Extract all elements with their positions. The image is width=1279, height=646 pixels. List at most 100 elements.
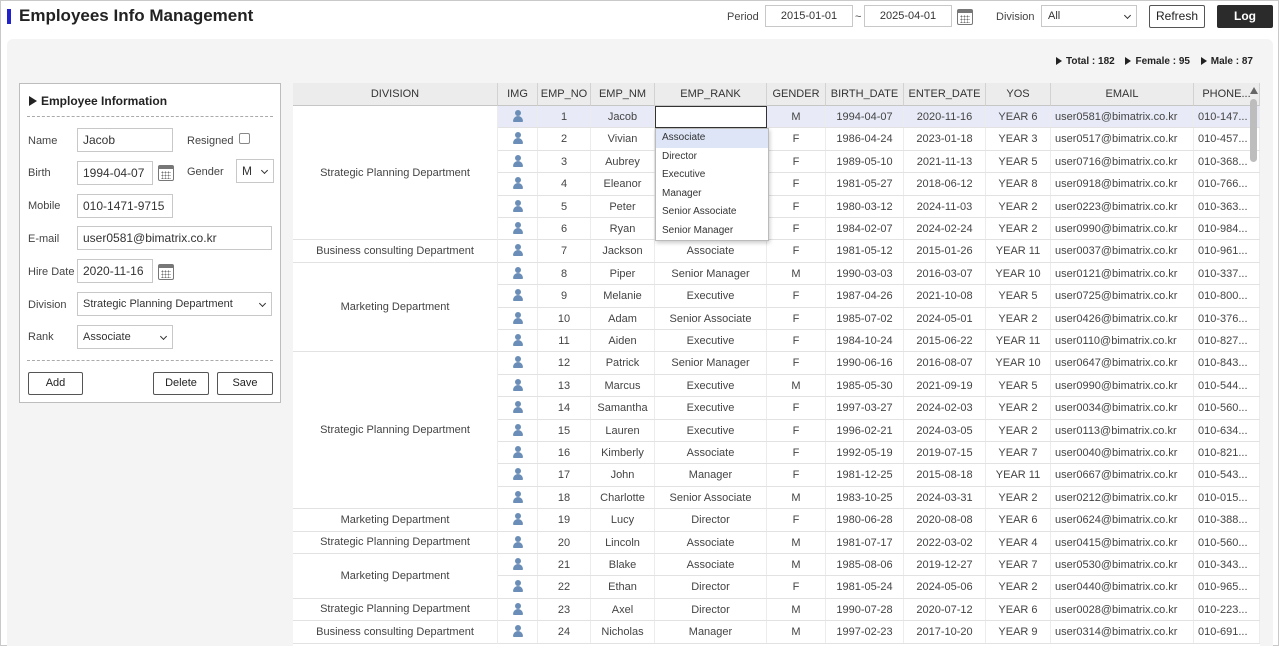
img-cell[interactable] [498,240,538,262]
cell-enter-date[interactable]: 2019-12-27 [904,554,986,576]
column-header-division[interactable]: DIVISION [293,83,498,106]
cell-enter-date[interactable]: 2021-11-13 [904,150,986,173]
division-select[interactable]: Strategic Planning Department [77,292,272,316]
table-row[interactable]: 2 Vivian F 1986-04-24 2023-01-18 YEAR 3 user05… [498,128,1260,151]
cell-emp-rank[interactable]: Manager [655,621,767,643]
table-row[interactable]: 12 Patrick Senior Manager F 1990-06-16 2016-0… [498,352,1260,375]
cell-emp-no[interactable]: 20 [538,531,591,553]
cell-birth-date[interactable]: 1981-05-24 [826,576,904,598]
cell-gender[interactable]: F [767,442,826,464]
cell-gender[interactable]: M [767,262,826,285]
table-row[interactable]: 11 Aiden Executive F 1984-10-24 2015-06-22 YEA… [498,330,1260,353]
cell-email[interactable]: user0314@bimatrix.co.kr [1051,621,1194,643]
cell-emp-no[interactable]: 2 [538,128,591,150]
table-row[interactable]: 4 Eleanor F 1981-05-27 2018-06-12 YEAR 8 user0… [498,173,1260,196]
cell-gender[interactable]: F [767,464,826,486]
cell-emp-rank[interactable]: Senior Manager [655,262,767,285]
delete-button[interactable]: Delete [153,372,209,395]
cell-birth-date[interactable]: 1985-05-30 [826,374,904,397]
cell-birth-date[interactable]: 1981-05-12 [826,240,904,262]
table-row[interactable]: 18 Charlotte Senior Associate M 1983-10-25 20… [498,486,1260,510]
table-row[interactable]: 15 Lauren Executive F 1996-02-21 2024-03-05 YE… [498,419,1260,442]
division-cell[interactable]: Business consulting Department [293,240,498,263]
cell-birth-date[interactable]: 1981-05-27 [826,173,904,195]
table-row[interactable]: 13 Marcus Executive M 1985-05-30 2021-09-19 YE… [498,374,1260,398]
table-row[interactable]: 22 Ethan Director F 1981-05-24 2024-05-06 YEAR… [498,576,1260,599]
cell-yos[interactable]: YEAR 8 [986,173,1051,195]
img-cell[interactable] [498,330,538,352]
cell-birth-date[interactable]: 1996-02-21 [826,419,904,441]
table-row[interactable]: 7 Jackson Associate F 1981-05-12 2015-01-26 YE… [498,240,1260,263]
cell-yos[interactable]: YEAR 2 [986,307,1051,329]
cell-gender[interactable]: F [767,330,826,352]
img-cell[interactable] [498,486,538,509]
cell-yos[interactable]: YEAR 7 [986,442,1051,464]
cell-emp-rank[interactable]: Associate [655,442,767,464]
cell-birth-date[interactable]: 1994-04-07 [826,106,904,128]
cell-yos[interactable]: YEAR 11 [986,240,1051,262]
division-filter-select[interactable]: All [1041,5,1137,27]
img-cell[interactable] [498,173,538,195]
cell-yos[interactable]: YEAR 2 [986,195,1051,217]
cell-yos[interactable]: YEAR 2 [986,397,1051,419]
cell-emp-no[interactable]: 11 [538,330,591,352]
img-cell[interactable] [498,285,538,307]
division-cell[interactable]: Marketing Department [293,554,498,599]
cell-enter-date[interactable]: 2024-02-03 [904,397,986,419]
rank-select[interactable]: Associate [77,325,173,349]
cell-birth-date[interactable]: 1984-02-07 [826,218,904,240]
img-cell[interactable] [498,621,538,643]
division-cell[interactable]: Business consulting Department [293,621,498,644]
table-row[interactable]: 6 Ryan F 1984-02-07 2024-02-24 YEAR 2 user0990… [498,218,1260,241]
cell-emp-no[interactable]: 4 [538,173,591,195]
cell-yos[interactable]: YEAR 10 [986,262,1051,285]
img-cell[interactable] [498,262,538,285]
cell-emp-rank[interactable]: Manager [655,464,767,486]
cell-email[interactable]: user0581@bimatrix.co.kr [1051,106,1194,128]
cell-enter-date[interactable]: 2024-02-24 [904,218,986,240]
cell-email[interactable]: user0530@bimatrix.co.kr [1051,554,1194,576]
cell-birth-date[interactable]: 1985-07-02 [826,307,904,329]
img-cell[interactable] [498,374,538,397]
cell-enter-date[interactable]: 2020-11-16 [904,106,986,128]
rank-option[interactable]: Senior Associate [656,203,768,222]
cell-gender[interactable]: F [767,509,826,531]
division-cell[interactable]: Marketing Department [293,262,498,353]
cell-birth-date[interactable]: 1980-06-28 [826,509,904,531]
cell-gender[interactable]: M [767,621,826,643]
cell-birth-date[interactable]: 1981-07-17 [826,531,904,553]
cell-emp-nm[interactable]: Ethan [591,576,655,598]
cell-email[interactable]: user0113@bimatrix.co.kr [1051,419,1194,441]
cell-emp-nm[interactable]: Lincoln [591,531,655,553]
birth-input[interactable]: 1994-04-07 [77,161,153,185]
cell-gender[interactable]: F [767,195,826,217]
img-cell[interactable] [498,352,538,374]
cell-yos[interactable]: YEAR 6 [986,106,1051,128]
img-cell[interactable] [498,531,538,553]
img-cell[interactable] [498,419,538,441]
cell-emp-no[interactable]: 6 [538,218,591,240]
email-input[interactable]: user0581@bimatrix.co.kr [77,226,272,250]
cell-birth-date[interactable]: 1980-03-12 [826,195,904,217]
table-row[interactable]: 1 Jacob M 1994-04-07 2020-11-16 YEAR 6 user058… [498,106,1260,129]
cell-birth-date[interactable]: 1983-10-25 [826,486,904,509]
cell-emp-rank[interactable]: Director [655,576,767,598]
vertical-scrollbar[interactable] [1249,87,1259,646]
cell-enter-date[interactable]: 2015-01-26 [904,240,986,262]
cell-emp-no[interactable]: 5 [538,195,591,217]
cell-emp-rank[interactable]: Associate [655,531,767,553]
cell-emp-no[interactable]: 1 [538,106,591,128]
rank-cell-editor[interactable] [655,106,767,128]
cell-emp-nm[interactable]: Kimberly [591,442,655,464]
cell-yos[interactable]: YEAR 2 [986,419,1051,441]
period-from-input[interactable]: 2015-01-01 [765,5,853,27]
cell-emp-nm[interactable]: Lucy [591,509,655,531]
cell-birth-date[interactable]: 1981-12-25 [826,464,904,486]
log-button[interactable]: Log [1217,5,1273,28]
gender-select[interactable]: M [236,159,274,183]
cell-emp-rank[interactable]: Director [655,509,767,531]
cell-emp-no[interactable]: 22 [538,576,591,598]
cell-emp-nm[interactable]: John [591,464,655,486]
cell-email[interactable]: user0037@bimatrix.co.kr [1051,240,1194,262]
cell-emp-no[interactable]: 19 [538,509,591,531]
